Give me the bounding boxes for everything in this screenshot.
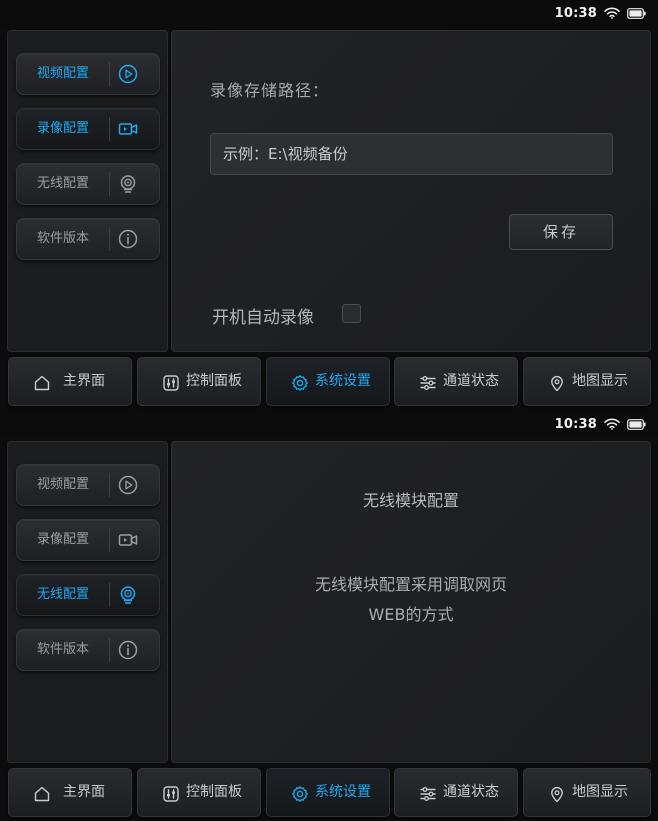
nav-label: 系统设置 xyxy=(315,784,371,800)
status-bar: 10:38 xyxy=(0,0,658,26)
control-panel-icon xyxy=(162,785,180,803)
status-time: 10:38 xyxy=(554,5,597,21)
wireless-antenna-icon xyxy=(116,583,140,607)
gear-icon xyxy=(291,785,309,803)
storage-path-input[interactable] xyxy=(210,133,613,175)
info-circle-icon xyxy=(116,638,140,662)
screen-wireless-config: 10:38 视频配置 录像配置 无线配置 软件版本 无线模块配置 无线模块配置采… xyxy=(0,411,658,821)
side-item-label: 无线配置 xyxy=(36,176,89,191)
nav-label: 主界面 xyxy=(63,373,105,389)
side-menu: 视频配置 录像配置 无线配置 软件版本 xyxy=(7,30,168,352)
auto-record-checkbox[interactable] xyxy=(342,304,361,323)
video-camera-icon xyxy=(116,528,140,552)
side-item-wireless-config[interactable]: 无线配置 xyxy=(16,574,160,616)
side-item-label: 软件版本 xyxy=(36,642,89,657)
map-pin-icon xyxy=(548,374,566,392)
nav-label: 地图显示 xyxy=(572,784,628,800)
status-time: 10:38 xyxy=(554,416,597,432)
sliders-icon xyxy=(419,374,437,392)
nav-label: 主界面 xyxy=(63,784,105,800)
side-item-label: 无线配置 xyxy=(36,587,89,602)
recording-config-panel: 录像存储路径： 保存 开机自动录像 xyxy=(171,30,651,352)
bottom-nav: 主界面 控制面板 系统设置 通道状态 地图显示 xyxy=(0,354,658,410)
side-item-video-config[interactable]: 视频配置 xyxy=(16,464,160,506)
side-item-label: 录像配置 xyxy=(36,532,89,547)
auto-record-label: 开机自动录像 xyxy=(212,308,314,328)
wifi-icon xyxy=(604,4,620,23)
nav-label: 通道状态 xyxy=(443,373,499,389)
side-item-label: 软件版本 xyxy=(36,231,89,246)
nav-main-screen[interactable]: 主界面 xyxy=(8,768,132,817)
side-item-label: 视频配置 xyxy=(36,477,89,492)
nav-label: 控制面板 xyxy=(186,373,242,389)
nav-label: 系统设置 xyxy=(315,373,371,389)
side-item-record-config[interactable]: 录像配置 xyxy=(16,519,160,561)
storage-path-label: 录像存储路径： xyxy=(210,81,330,100)
side-item-software-version[interactable]: 软件版本 xyxy=(16,218,160,260)
side-item-label: 视频配置 xyxy=(36,66,89,81)
nav-main-screen[interactable]: 主界面 xyxy=(8,357,132,406)
side-item-record-config[interactable]: 录像配置 xyxy=(16,108,160,150)
side-item-wireless-config[interactable]: 无线配置 xyxy=(16,163,160,205)
play-circle-icon xyxy=(116,62,140,86)
side-item-video-config[interactable]: 视频配置 xyxy=(16,53,160,95)
home-icon xyxy=(33,374,51,392)
bottom-nav: 主界面 控制面板 系统设置 通道状态 地图显示 xyxy=(0,765,658,821)
wireless-desc-line1: 无线模块配置采用调取网页 xyxy=(314,575,507,594)
nav-map-display[interactable]: 地图显示 xyxy=(523,357,651,406)
wireless-desc-line2: WEB的方式 xyxy=(368,605,454,624)
home-icon xyxy=(33,785,51,803)
control-panel-icon xyxy=(162,374,180,392)
side-item-software-version[interactable]: 软件版本 xyxy=(16,629,160,671)
sliders-icon xyxy=(419,785,437,803)
nav-map-display[interactable]: 地图显示 xyxy=(523,768,651,817)
wireless-config-panel: 无线模块配置 无线模块配置采用调取网页 WEB的方式 xyxy=(171,441,651,763)
nav-label: 控制面板 xyxy=(186,784,242,800)
video-camera-icon xyxy=(116,117,140,141)
save-button[interactable]: 保存 xyxy=(509,214,613,250)
nav-system-settings[interactable]: 系统设置 xyxy=(266,357,390,406)
side-menu: 视频配置 录像配置 无线配置 软件版本 xyxy=(7,441,168,763)
play-circle-icon xyxy=(116,473,140,497)
wireless-description: 无线模块配置采用调取网页 WEB的方式 xyxy=(172,570,650,630)
nav-system-settings[interactable]: 系统设置 xyxy=(266,768,390,817)
screen-recording-config: 10:38 视频配置 录像配置 无线配置 软件版本 录像存储路径： 示例：E:\… xyxy=(0,0,658,410)
info-circle-icon xyxy=(116,227,140,251)
nav-channel-status[interactable]: 通道状态 xyxy=(394,357,518,406)
battery-icon xyxy=(627,415,646,434)
status-bar: 10:38 xyxy=(0,411,658,437)
nav-channel-status[interactable]: 通道状态 xyxy=(394,768,518,817)
wireless-antenna-icon xyxy=(116,172,140,196)
nav-control-panel[interactable]: 控制面板 xyxy=(137,768,261,817)
nav-label: 通道状态 xyxy=(443,784,499,800)
map-pin-icon xyxy=(548,785,566,803)
gear-icon xyxy=(291,374,309,392)
wireless-title: 无线模块配置 xyxy=(362,491,459,510)
nav-label: 地图显示 xyxy=(572,373,628,389)
battery-icon xyxy=(627,4,646,23)
nav-control-panel[interactable]: 控制面板 xyxy=(137,357,261,406)
side-item-label: 录像配置 xyxy=(36,121,89,136)
wifi-icon xyxy=(604,415,620,434)
